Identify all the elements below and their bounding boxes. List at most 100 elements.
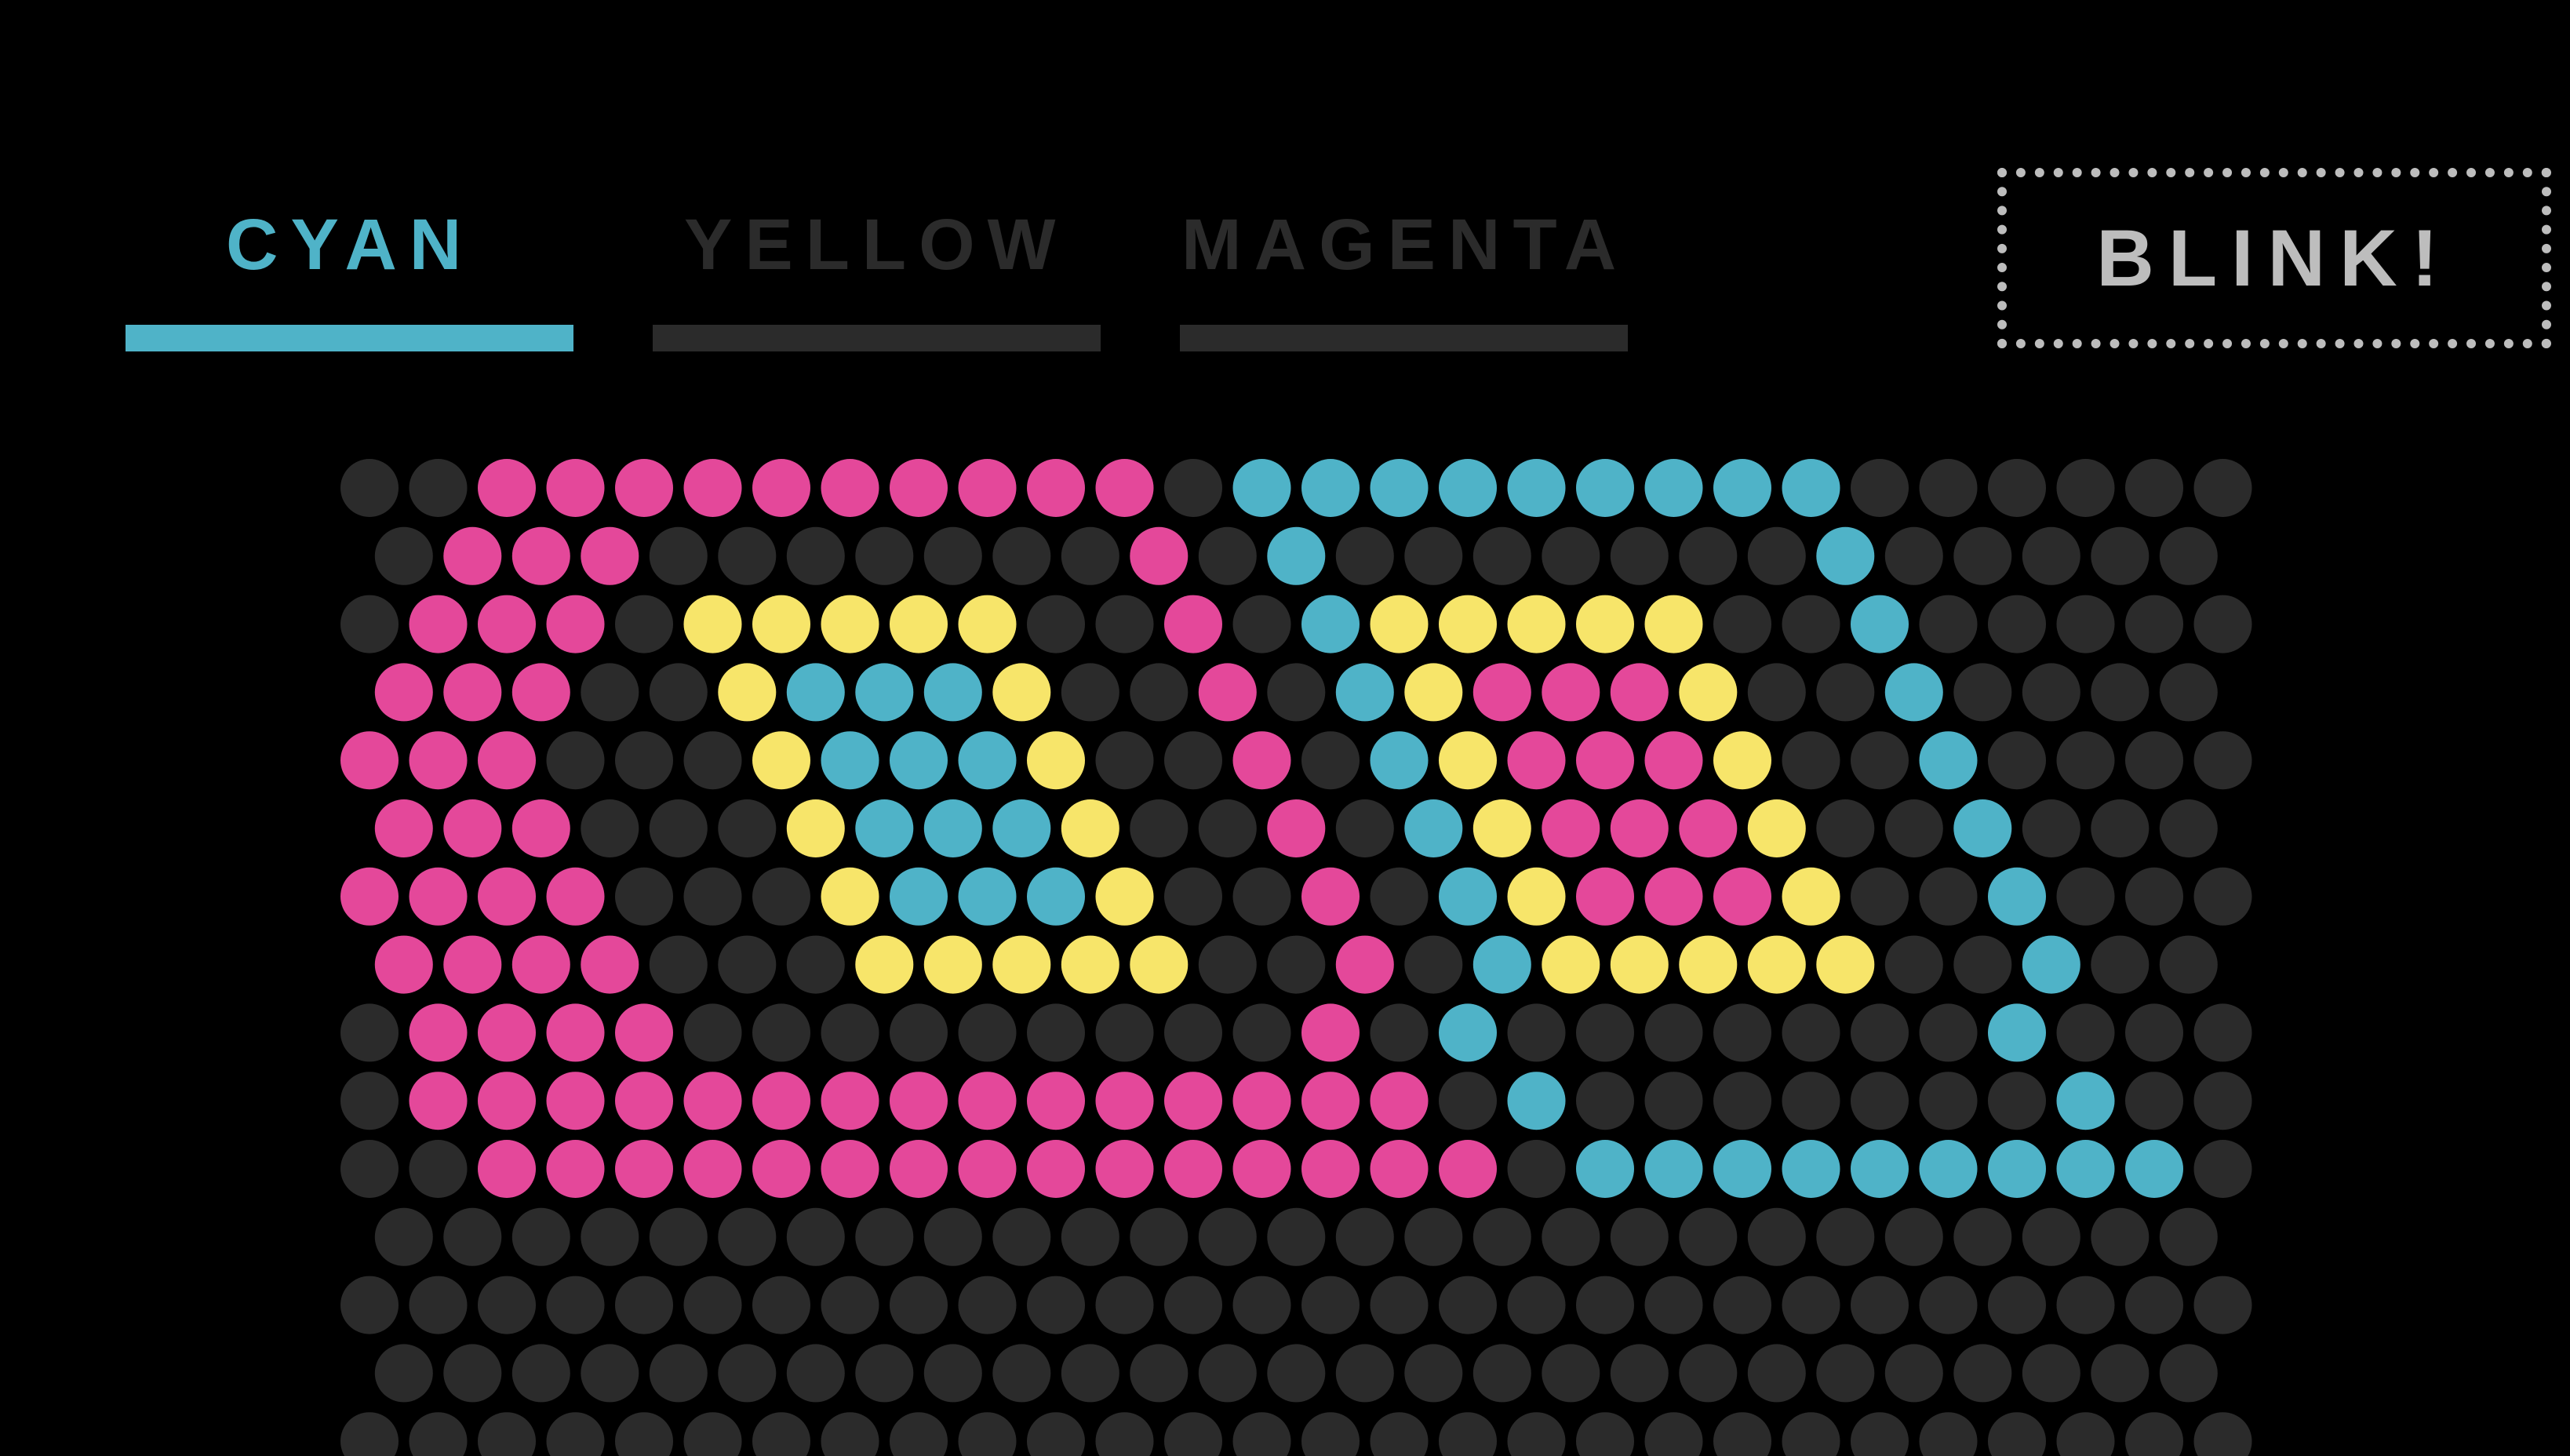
grid-dot-off[interactable]: [1576, 1276, 1634, 1334]
grid-dot-off[interactable]: [718, 799, 777, 857]
grid-dot-cyan[interactable]: [1644, 1140, 1703, 1198]
grid-dot-off[interactable]: [1816, 1207, 1875, 1266]
grid-dot-yellow[interactable]: [1713, 731, 1771, 790]
grid-dot-yellow[interactable]: [1439, 595, 1497, 653]
grid-dot-off[interactable]: [1542, 1344, 1600, 1403]
grid-dot-off[interactable]: [855, 1207, 914, 1266]
grid-dot-magenta[interactable]: [546, 1072, 605, 1130]
grid-dot-magenta[interactable]: [821, 1140, 879, 1198]
grid-dot-yellow[interactable]: [958, 595, 1017, 653]
grid-dot-off[interactable]: [2125, 1003, 2183, 1062]
grid-dot-magenta[interactable]: [340, 731, 399, 790]
grid-dot-magenta[interactable]: [1095, 1072, 1154, 1130]
grid-dot-magenta[interactable]: [1301, 867, 1360, 926]
grid-dot-off[interactable]: [1370, 1412, 1429, 1456]
grid-dot-off[interactable]: [1164, 867, 1222, 926]
grid-dot-yellow[interactable]: [1370, 595, 1429, 653]
grid-dot-off[interactable]: [649, 663, 708, 722]
grid-dot-cyan[interactable]: [1919, 731, 1978, 790]
grid-dot-magenta[interactable]: [478, 459, 536, 517]
grid-dot-off[interactable]: [2159, 1344, 2218, 1403]
grid-dot-cyan[interactable]: [1851, 1140, 1909, 1198]
grid-dot-yellow[interactable]: [1816, 935, 1875, 994]
grid-dot-magenta[interactable]: [478, 1140, 536, 1198]
grid-dot-off[interactable]: [992, 1207, 1051, 1266]
grid-dot-off[interactable]: [340, 1412, 399, 1456]
grid-dot-off[interactable]: [890, 1412, 948, 1456]
grid-dot-off[interactable]: [1370, 1003, 1429, 1062]
grid-dot-off[interactable]: [409, 1412, 468, 1456]
grid-dot-off[interactable]: [1782, 1276, 1840, 1334]
grid-dot-cyan[interactable]: [1472, 935, 1531, 994]
grid-dot-magenta[interactable]: [890, 459, 948, 517]
grid-dot-off[interactable]: [1919, 459, 1978, 517]
grid-dot-off[interactable]: [443, 1207, 502, 1266]
grid-dot-off[interactable]: [683, 867, 742, 926]
grid-dot-magenta[interactable]: [615, 1140, 673, 1198]
grid-dot-magenta[interactable]: [958, 459, 1017, 517]
grid-dot-magenta[interactable]: [409, 1072, 468, 1130]
grid-dot-off[interactable]: [1851, 1412, 1909, 1456]
grid-dot-off[interactable]: [2091, 935, 2150, 994]
grid-dot-off[interactable]: [1164, 1412, 1222, 1456]
grid-dot-magenta[interactable]: [1232, 1072, 1291, 1130]
grid-dot-cyan[interactable]: [1644, 459, 1703, 517]
grid-dot-off[interactable]: [752, 1276, 810, 1334]
grid-dot-yellow[interactable]: [821, 595, 879, 653]
grid-dot-off[interactable]: [1061, 1344, 1119, 1403]
grid-dot-off[interactable]: [821, 1003, 879, 1062]
grid-dot-off[interactable]: [2056, 1003, 2115, 1062]
grid-dot-yellow[interactable]: [786, 799, 845, 857]
grid-dot-cyan[interactable]: [821, 731, 879, 790]
grid-dot-off[interactable]: [718, 1207, 777, 1266]
grid-dot-off[interactable]: [2091, 1344, 2150, 1403]
grid-dot-cyan[interactable]: [1988, 1140, 2046, 1198]
grid-dot-cyan[interactable]: [1404, 799, 1463, 857]
grid-dot-magenta[interactable]: [409, 867, 468, 926]
grid-dot-cyan[interactable]: [923, 663, 982, 722]
grid-dot-magenta[interactable]: [1027, 1072, 1085, 1130]
grid-dot-off[interactable]: [1747, 663, 1806, 722]
grid-dot-off[interactable]: [1988, 731, 2046, 790]
grid-dot-off[interactable]: [958, 1003, 1017, 1062]
grid-dot-off[interactable]: [1988, 1276, 2046, 1334]
grid-dot-off[interactable]: [1061, 1207, 1119, 1266]
grid-dot-magenta[interactable]: [1164, 1072, 1222, 1130]
grid-dot-off[interactable]: [718, 526, 777, 585]
grid-dot-magenta[interactable]: [409, 731, 468, 790]
grid-dot-off[interactable]: [649, 799, 708, 857]
grid-dot-off[interactable]: [1404, 526, 1463, 585]
grid-dot-off[interactable]: [855, 526, 914, 585]
grid-dot-off[interactable]: [2091, 663, 2150, 722]
grid-dot-cyan[interactable]: [992, 799, 1051, 857]
grid-dot-off[interactable]: [1988, 1072, 2046, 1130]
grid-dot-off[interactable]: [2125, 1412, 2183, 1456]
grid-dot-yellow[interactable]: [992, 935, 1051, 994]
grid-dot-off[interactable]: [2193, 1412, 2252, 1456]
grid-dot-off[interactable]: [1130, 1344, 1189, 1403]
grid-dot-off[interactable]: [890, 1003, 948, 1062]
grid-dot-off[interactable]: [1713, 1276, 1771, 1334]
grid-dot-cyan[interactable]: [1576, 459, 1634, 517]
grid-dot-off[interactable]: [2159, 935, 2218, 994]
grid-dot-off[interactable]: [1267, 663, 1326, 722]
grid-dot-yellow[interactable]: [1061, 799, 1119, 857]
grid-dot-yellow[interactable]: [1747, 935, 1806, 994]
grid-dot-off[interactable]: [855, 1344, 914, 1403]
grid-dot-off[interactable]: [2091, 526, 2150, 585]
grid-dot-magenta[interactable]: [1232, 1140, 1291, 1198]
grid-dot-off[interactable]: [1507, 1276, 1566, 1334]
grid-dot-off[interactable]: [2022, 526, 2080, 585]
grid-dot-off[interactable]: [1884, 799, 1943, 857]
grid-dot-off[interactable]: [1335, 1207, 1394, 1266]
grid-dot-off[interactable]: [1164, 1003, 1222, 1062]
grid-dot-off[interactable]: [511, 1344, 570, 1403]
grid-dot-magenta[interactable]: [890, 1140, 948, 1198]
grid-dot-off[interactable]: [615, 595, 673, 653]
grid-dot-off[interactable]: [1095, 1003, 1154, 1062]
grid-dot-off[interactable]: [1851, 1276, 1909, 1334]
grid-dot-off[interactable]: [2159, 1207, 2218, 1266]
grid-dot-magenta[interactable]: [1439, 1140, 1497, 1198]
grid-dot-yellow[interactable]: [1610, 935, 1669, 994]
grid-dot-off[interactable]: [511, 1207, 570, 1266]
